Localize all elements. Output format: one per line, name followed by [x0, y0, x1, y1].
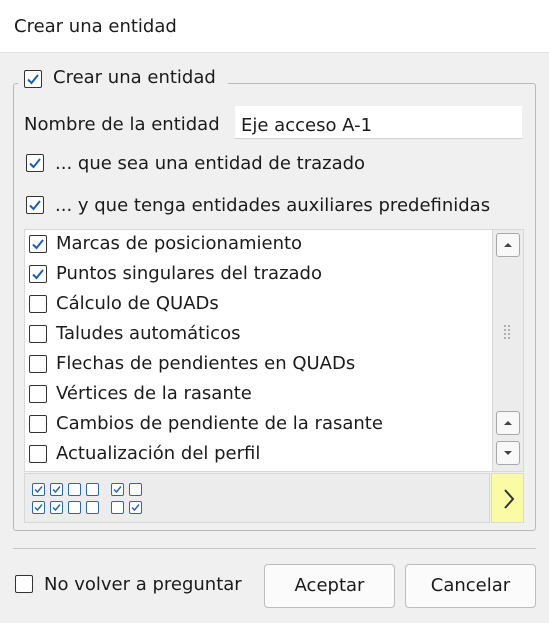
footer-divider: [13, 548, 536, 549]
aux-entities-label: ... y que tenga entidades auxiliares pre…: [55, 195, 491, 216]
arrow-down-icon: [504, 451, 512, 455]
trace-entity-label: ... que sea una entidad de trazado: [55, 153, 366, 174]
window-title: Crear una entidad: [14, 16, 177, 37]
list-item-label: Taludes automáticos: [56, 323, 241, 344]
list-item-label: Vértices de la rasante: [56, 383, 252, 404]
preset-checkbox-icon[interactable]: [32, 501, 45, 514]
aux-entities-checkbox[interactable]: [26, 196, 44, 214]
dont-ask-label: No volver a preguntar: [44, 574, 242, 595]
preset-checkbox-icon[interactable]: [68, 501, 81, 514]
accept-button[interactable]: Aceptar: [264, 564, 395, 608]
list-item-label: Marcas de posicionamiento: [56, 233, 303, 254]
list-item[interactable]: Puntos singulares del trazado: [25, 260, 491, 290]
arrow-up-icon: [504, 243, 512, 247]
entity-name-input[interactable]: [234, 105, 523, 139]
preset-checkbox-icon[interactable]: [86, 501, 99, 514]
create-entity-label: Crear una entidad: [53, 67, 216, 88]
list-item[interactable]: Cálculo de QUADs: [25, 290, 491, 320]
checkmark-icon: [32, 269, 44, 280]
list-item-label: Flechas de pendientes en QUADs: [56, 353, 356, 374]
preset-checkbox-icon[interactable]: [129, 501, 142, 514]
cancel-button[interactable]: Cancelar: [405, 564, 536, 608]
preset-checkbox-icon[interactable]: [50, 501, 63, 514]
list-item[interactable]: Actualización del perfil: [25, 440, 491, 470]
preset-icon-bar: [24, 473, 490, 523]
list-scrollbar[interactable]: [492, 230, 523, 471]
list-item[interactable]: Cambios de pendiente de la rasante: [25, 410, 491, 440]
preset-checkbox-icon[interactable]: [68, 483, 81, 496]
preset-checkbox-icon[interactable]: [50, 483, 63, 496]
list-item-checkbox[interactable]: [29, 385, 47, 403]
trace-entity-checkbox[interactable]: [26, 154, 44, 172]
list-item-label: Puntos singulares del trazado: [56, 263, 322, 284]
entity-name-label: Nombre de la entidad: [24, 114, 220, 135]
mini-check-icon: [113, 486, 122, 494]
list-item-label: Cambios de pendiente de la rasante: [56, 413, 383, 434]
mini-check-icon: [131, 504, 140, 512]
mini-check-icon: [52, 504, 61, 512]
chevron-right-icon: [504, 489, 515, 509]
checkmark-icon: [29, 200, 41, 211]
list-item-checkbox[interactable]: [29, 235, 47, 253]
list-item-checkbox[interactable]: [29, 355, 47, 373]
list-item-checkbox[interactable]: [29, 415, 47, 433]
preset-checkbox-icon[interactable]: [111, 501, 124, 514]
preset-checkbox-icon[interactable]: [86, 483, 99, 496]
list-item[interactable]: Flechas de pendientes en QUADs: [25, 350, 491, 380]
list-item-checkbox[interactable]: [29, 325, 47, 343]
checkmark-icon: [27, 74, 39, 85]
list-item-checkbox[interactable]: [29, 295, 47, 313]
create-entity-checkbox[interactable]: [24, 70, 42, 88]
list-item[interactable]: Marcas de posicionamiento: [25, 230, 491, 260]
list-item-label: Actualización del perfil: [56, 443, 261, 464]
scroll-up-button[interactable]: [496, 233, 520, 257]
aux-entities-list[interactable]: Marcas de posicionamiento Puntos singula…: [24, 229, 524, 472]
list-item[interactable]: Vértices de la rasante: [25, 380, 491, 410]
scroll-down-button[interactable]: [496, 441, 520, 465]
mini-check-icon: [34, 486, 43, 494]
dont-ask-checkbox[interactable]: [15, 575, 33, 593]
next-page-button[interactable]: [491, 473, 524, 523]
title-bar: Crear una entidad: [0, 0, 549, 53]
scroll-grip-icon[interactable]: [504, 325, 512, 341]
checkmark-icon: [29, 158, 41, 169]
scroll-page-up-button[interactable]: [496, 411, 520, 435]
preset-checkbox-icon[interactable]: [111, 483, 124, 496]
checkmark-icon: [32, 239, 44, 250]
mini-check-icon: [52, 486, 61, 494]
list-item-label: Cálculo de QUADs: [56, 293, 219, 314]
list-item-checkbox[interactable]: [29, 265, 47, 283]
list-item-checkbox[interactable]: [29, 445, 47, 463]
mini-check-icon: [34, 504, 43, 512]
preset-checkbox-icon[interactable]: [129, 483, 142, 496]
list-item[interactable]: Taludes automáticos: [25, 320, 491, 350]
preset-checkbox-icon[interactable]: [32, 483, 45, 496]
arrow-up-icon: [504, 421, 512, 425]
